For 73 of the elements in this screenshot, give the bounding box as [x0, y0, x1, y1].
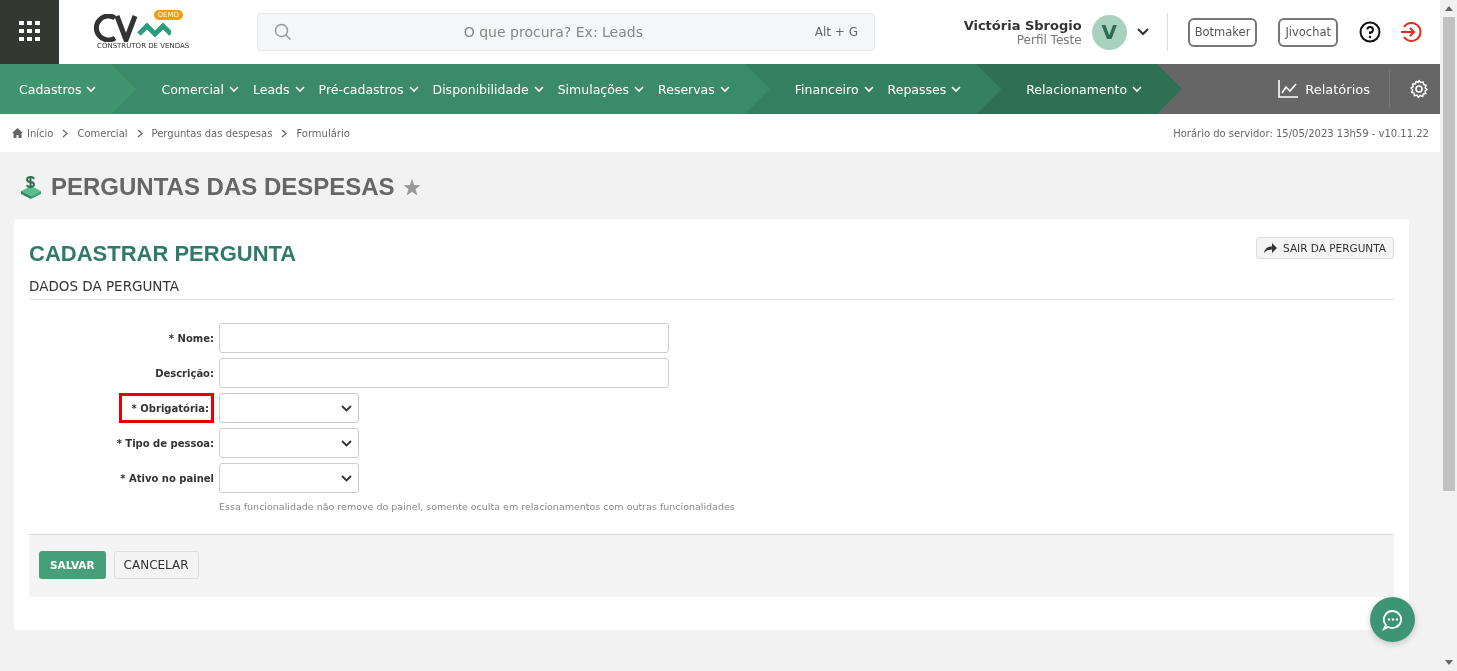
chevron-down-icon: [341, 474, 352, 482]
dropdown-field[interactable]: [219, 393, 359, 423]
nav-menu-item[interactable]: Simulações: [557, 81, 645, 97]
line-chart-icon: [1278, 80, 1299, 98]
form-title: CADASTRAR PERGUNTA: [29, 241, 297, 267]
field-label: * Ativo no painel: [120, 471, 214, 486]
help-icon[interactable]: [1359, 21, 1381, 43]
chevron-down-icon: [294, 85, 305, 93]
speech-bubble-icon: [1381, 608, 1404, 631]
shortcut-hint: Alt + G: [814, 25, 858, 39]
chat-button[interactable]: Jivochat: [1278, 17, 1338, 47]
chevron-down-icon: [408, 85, 419, 93]
exit-button[interactable]: SAIR DA PERGUNTA: [1256, 237, 1394, 259]
save-button[interactable]: SALVAR: [39, 551, 106, 579]
chat-button[interactable]: [1370, 597, 1415, 642]
chat-button[interactable]: Botmaker: [1187, 17, 1258, 47]
nav-menu-item[interactable]: Pré-cadastros: [318, 81, 419, 97]
chevron-right-icon: [281, 128, 288, 138]
nav-menu-item[interactable]: Cadastros: [19, 81, 97, 97]
text-input[interactable]: [219, 358, 669, 388]
field-label: * Nome:: [168, 331, 214, 346]
nav-menu-item[interactable]: Reservas: [658, 81, 730, 97]
chevron-down-icon: [1132, 85, 1143, 93]
money-stack-icon: [19, 175, 43, 199]
logout-icon[interactable]: [1400, 21, 1422, 43]
user-name: Victória Sbrogio: [963, 17, 1082, 33]
reports-link[interactable]: Relatórios: [1278, 80, 1370, 98]
chevron-down-icon: [229, 85, 239, 93]
breadcrumb-link[interactable]: Início: [27, 127, 54, 139]
nav-menu-item[interactable]: Relacionamento: [1026, 81, 1143, 97]
share-arrow-icon: [1264, 243, 1278, 253]
chevron-down-icon: [951, 85, 962, 93]
search-icon: [274, 23, 292, 41]
nav-menu-item[interactable]: Leads: [253, 81, 305, 97]
chevron-down-icon: [634, 85, 645, 93]
breadcrumb-link[interactable]: Perguntas das despesas: [151, 127, 273, 139]
chevron-down-icon: [341, 404, 352, 412]
chevron-down-icon: [863, 85, 874, 93]
chevron-down-icon: [341, 439, 352, 447]
section-heading: DADOS DA PERGUNTA: [29, 278, 1394, 300]
home-icon: [12, 128, 23, 138]
nav-menu-item[interactable]: Financeiro: [794, 81, 874, 97]
grid-icon: [18, 21, 41, 43]
chevron-right-icon: [62, 128, 69, 138]
field-hint: Essa funcionalidade não remove do painel, somente oculta em relacionamentos com outras funcionalidades: [219, 501, 736, 512]
chevron-down-icon: [533, 85, 544, 93]
breadcrumb-link[interactable]: Formulário: [296, 127, 350, 139]
user-avatar[interactable]: V: [1091, 14, 1127, 50]
chevron-down-icon: [86, 85, 97, 93]
user-profile: Perfil Teste: [1016, 32, 1082, 47]
search-field[interactable]: O que procura? Ex: Leads Alt + G: [257, 13, 875, 51]
chevron-down-icon: [719, 85, 730, 93]
apps-menu-button[interactable]: [0, 0, 59, 64]
dropdown-field[interactable]: [219, 428, 359, 458]
scroll-down-icon[interactable]: [1444, 660, 1453, 665]
settings-icon[interactable]: [1409, 79, 1429, 99]
dropdown-field[interactable]: [219, 463, 359, 493]
server-time: Horário do servidor: 15/05/2023 13h59 - v10.11.22: [1173, 127, 1429, 139]
scroll-up-icon[interactable]: [1444, 6, 1453, 11]
chevron-down-icon[interactable]: [1136, 28, 1149, 36]
cancel-button[interactable]: CANCELAR: [113, 551, 199, 579]
nav-menu-item[interactable]: Comercial: [161, 81, 239, 97]
chevron-right-icon: [136, 128, 143, 138]
search-input[interactable]: O que procura? Ex: Leads: [292, 23, 815, 41]
text-input[interactable]: [219, 323, 669, 353]
field-label: * Tipo de pessoa:: [116, 436, 214, 451]
page-title: PERGUNTAS DAS DESPESAS: [51, 173, 395, 201]
field-label: Descrição:: [155, 366, 214, 381]
nav-menu-item[interactable]: Disponibilidade: [432, 81, 544, 97]
field-label: * Obrigatória:: [118, 393, 214, 423]
breadcrumb-link[interactable]: Comercial: [77, 127, 128, 139]
nav-menu-item[interactable]: Repasses: [887, 81, 962, 97]
star-icon[interactable]: [402, 178, 421, 196]
